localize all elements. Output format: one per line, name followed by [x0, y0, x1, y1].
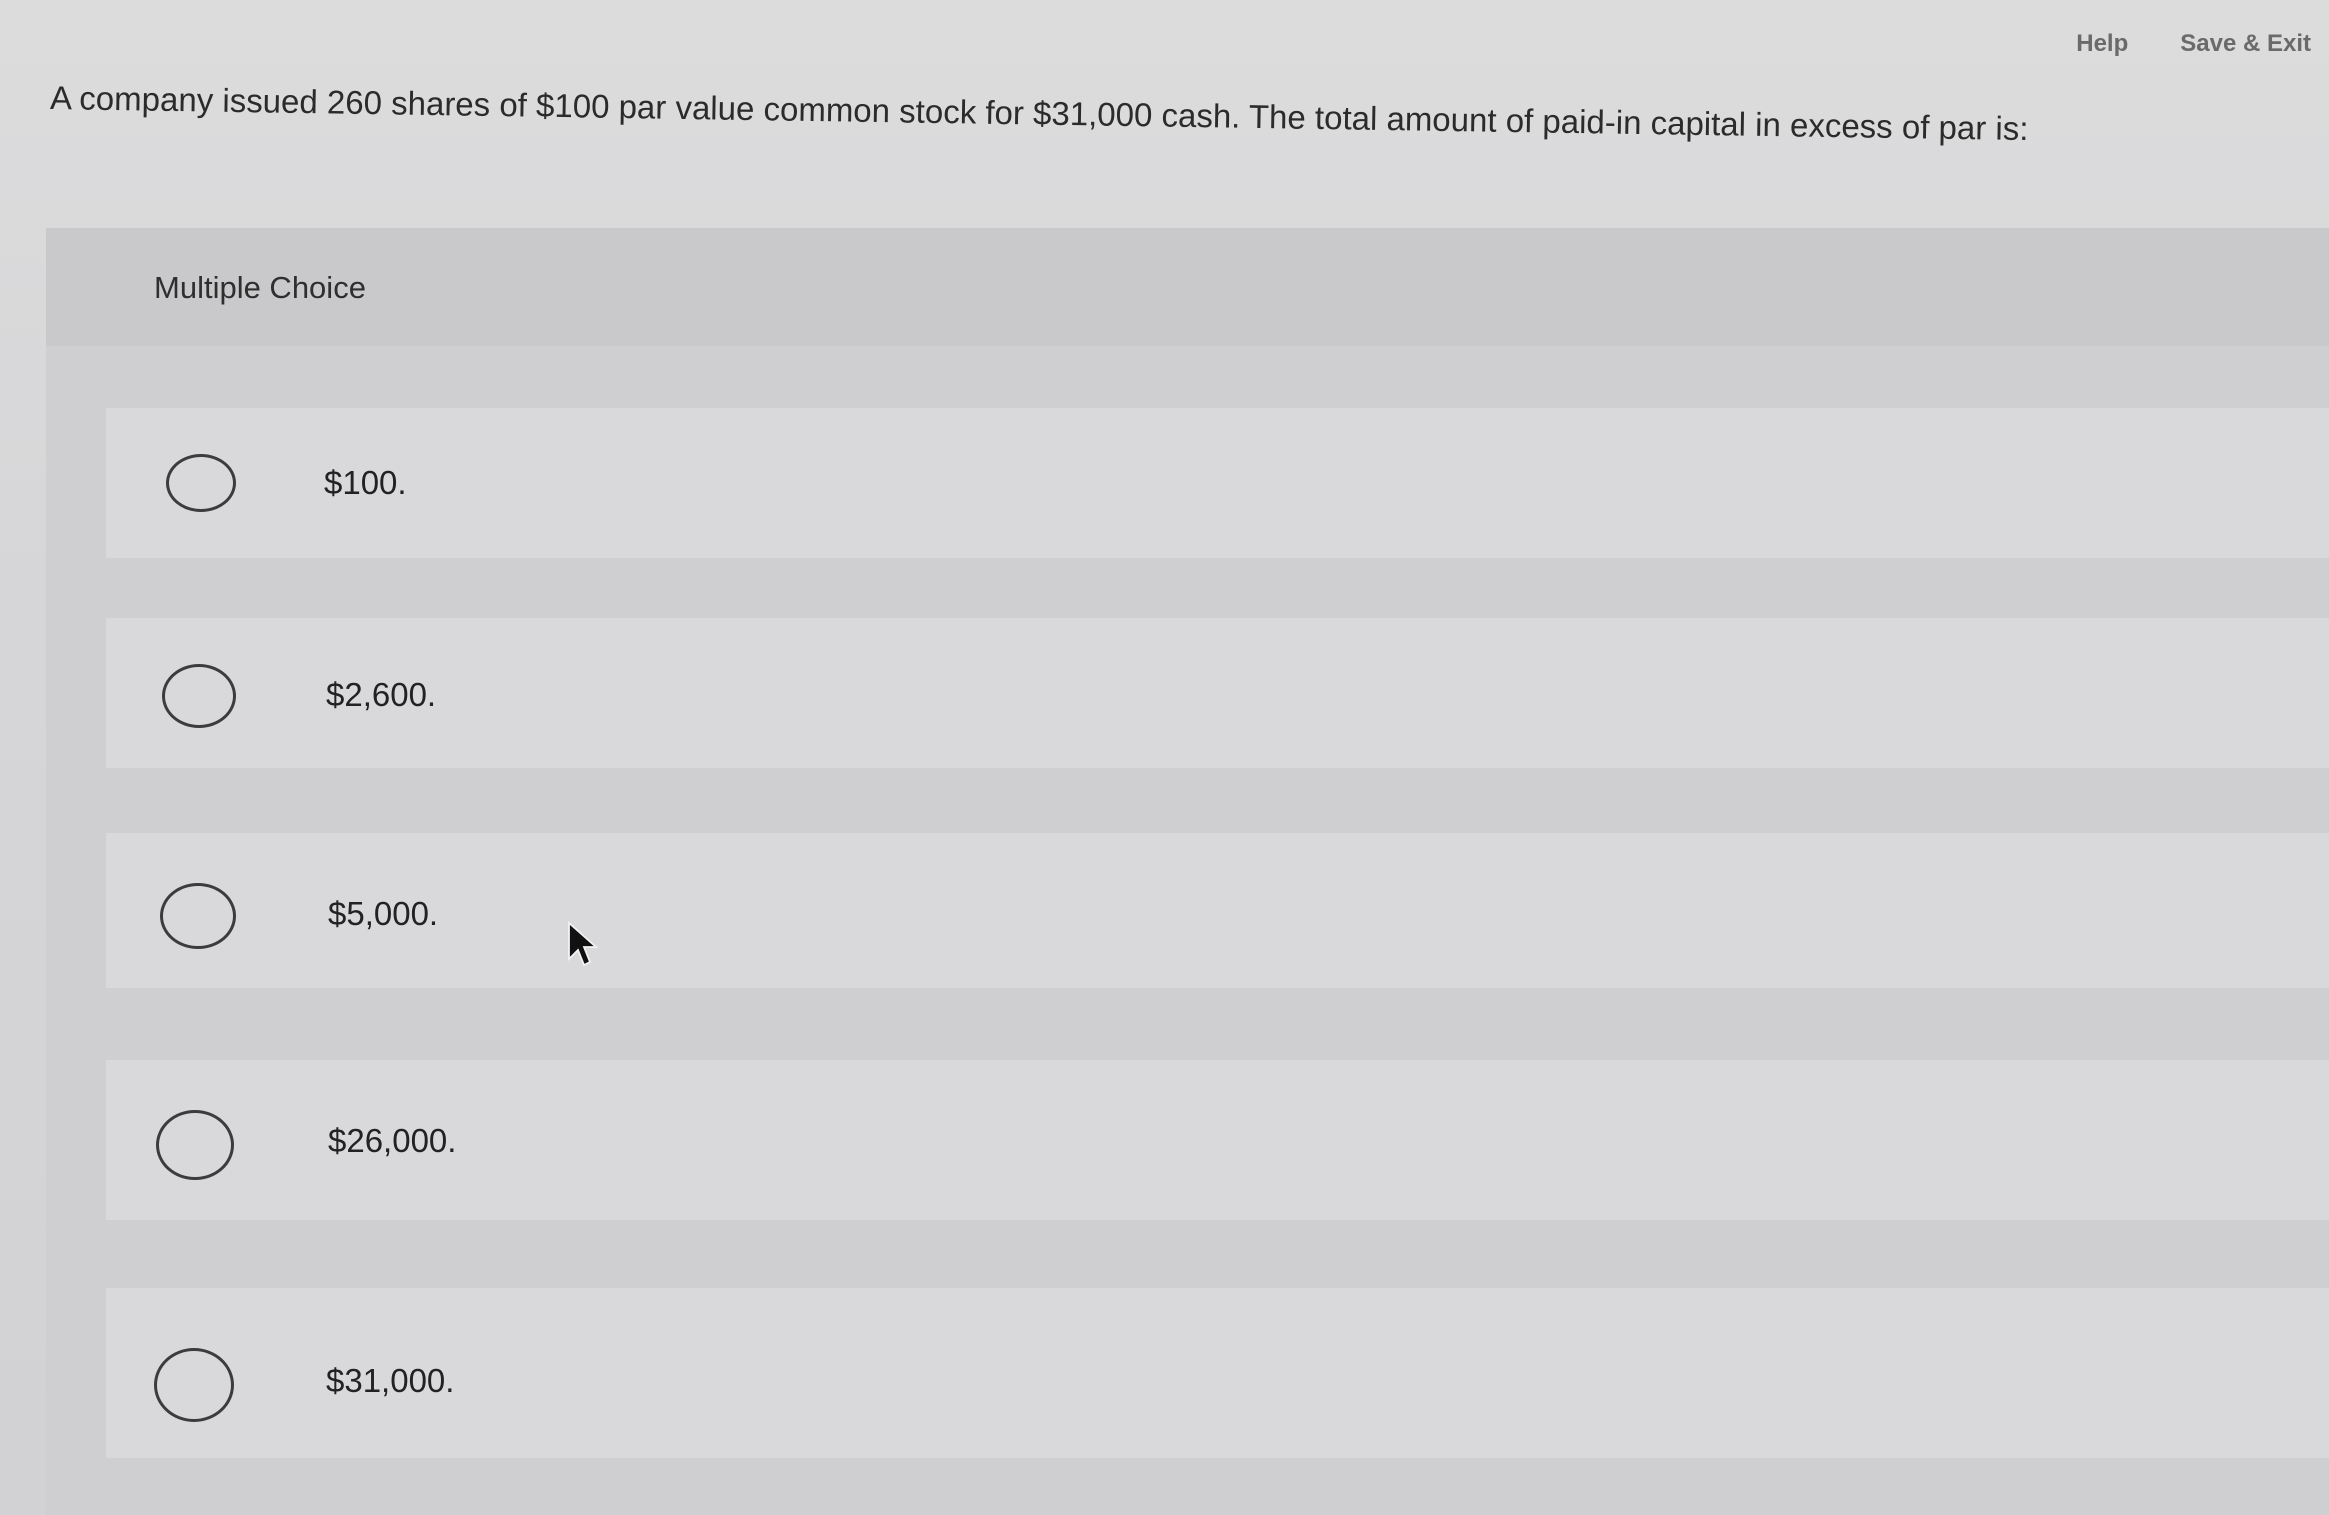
radio-button[interactable]: [160, 883, 236, 949]
choice-label: $100.: [324, 464, 407, 501]
radio-button[interactable]: [166, 454, 236, 512]
radio-button[interactable]: [156, 1110, 234, 1180]
mouse-pointer-icon: [568, 920, 599, 967]
top-links: Help Save & Exit: [2076, 30, 2311, 58]
choice-label: $2,600.: [326, 676, 437, 713]
question-text: A company issued 260 shares of $100 par …: [49, 79, 2029, 148]
radio-button[interactable]: [154, 1348, 234, 1422]
choice-label: $26,000.: [328, 1122, 457, 1159]
choice-option-5[interactable]: $31,000.: [106, 1288, 2329, 1458]
multiple-choice-panel: Multiple Choice $100. $2,600. $5,000. $2…: [46, 228, 2329, 1515]
multiple-choice-header: Multiple Choice: [46, 228, 2329, 346]
help-link[interactable]: Help: [2076, 30, 2128, 58]
choice-label: $5,000.: [328, 895, 439, 932]
choice-label: $31,000.: [326, 1362, 455, 1399]
choice-option-2[interactable]: $2,600.: [106, 618, 2329, 768]
choice-option-4[interactable]: $26,000.: [106, 1060, 2329, 1220]
radio-button[interactable]: [162, 664, 236, 728]
multiple-choice-title: Multiple Choice: [154, 270, 366, 305]
save-exit-link[interactable]: Save & Exit: [2180, 30, 2311, 58]
choice-option-1[interactable]: $100.: [106, 408, 2329, 558]
choice-option-3[interactable]: $5,000.: [106, 833, 2329, 988]
